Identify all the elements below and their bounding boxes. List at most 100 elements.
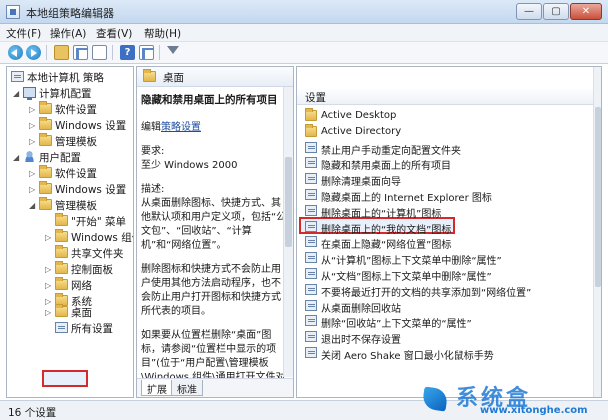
scrollbar-thumb[interactable] — [285, 157, 292, 247]
list-item[interactable]: 在桌面上隐藏“网络位置”图标 — [303, 235, 591, 252]
policy-title: 隐藏和禁用桌面上的所有项目 — [141, 94, 278, 106]
edit-line: 编辑策略设置 — [141, 121, 287, 135]
up-folder-icon[interactable] — [54, 45, 69, 60]
show-hide-tree-icon[interactable] — [73, 45, 88, 60]
policy-icon — [11, 71, 24, 82]
tree-item-label: Windows 设置 — [55, 184, 127, 196]
tree-item-label: 软件设置 — [55, 168, 97, 180]
folder-icon — [143, 69, 156, 82]
list-item[interactable]: 不要将最近打开的文档的共享添加到“网络位置” — [303, 283, 591, 299]
view-tabs: 扩展 标准 — [137, 378, 293, 397]
menu-bar: 文件(F) 操作(A) 查看(V) 帮助(H) — [0, 24, 608, 42]
folder-icon — [39, 133, 52, 146]
help-icon[interactable]: ? — [120, 45, 135, 60]
expand-arrow-icon[interactable]: ◢ — [13, 89, 21, 98]
policy-setting-icon — [305, 141, 317, 153]
watermark-url: www.xitonghe.com — [480, 405, 588, 416]
site-watermark: 系统盒 www.xitonghe.com — [420, 382, 606, 418]
list-item-label: 退出时不保存设置 — [321, 335, 401, 347]
collapsed-arrow-icon[interactable]: ▷ — [45, 233, 53, 242]
collapsed-arrow-icon[interactable]: ▷ — [29, 169, 37, 178]
title-bar: 本地组策略编辑器 — ▢ ✕ — [0, 0, 608, 24]
tree-item-label: 用户配置 — [39, 152, 81, 164]
close-button[interactable]: ✕ — [570, 3, 602, 20]
list-item-label: 不要将最近打开的文档的共享添加到“网络位置” — [321, 287, 532, 299]
scrollbar-thumb[interactable] — [595, 107, 601, 287]
list-item-label: 从桌面删除回收站 — [321, 303, 401, 315]
collapsed-arrow-icon[interactable]: ▷ — [45, 265, 53, 274]
tree-item-label: 网络 — [71, 280, 92, 292]
minimize-button[interactable]: — — [516, 3, 542, 20]
forward-icon[interactable] — [26, 45, 41, 60]
list-item[interactable]: 关闭 Aero Shake 窗口最小化鼠标手势 — [303, 346, 591, 362]
tree-item-label: Windows 组件 — [71, 232, 133, 244]
status-text: 16 个设置 — [8, 407, 57, 419]
collapsed-arrow-icon[interactable]: ▷ — [29, 137, 37, 146]
list-item[interactable]: 从“文档”图标上下文菜单中删除“属性” — [303, 267, 591, 283]
list-item[interactable]: 隐藏和禁用桌面上的所有项目 — [303, 156, 591, 172]
policy-setting-icon — [305, 252, 317, 264]
toolbar-separator — [159, 45, 160, 60]
filter-icon[interactable] — [167, 45, 179, 60]
list-item[interactable]: 删除桌面上的“计算机”图标 — [303, 204, 591, 220]
list-item[interactable]: 禁止用户手动重定向配置文件夹 — [303, 141, 591, 157]
list-item[interactable]: 删除桌面上的“我的文档”图标 — [303, 220, 591, 236]
edit-policy-link[interactable]: 策略设置 — [161, 122, 201, 133]
collapsed-arrow-icon[interactable]: ▷ — [45, 308, 53, 317]
properties-icon[interactable] — [92, 45, 107, 60]
tree-pane: 本地计算机 策略 ◢ 计算机配置 ▷ 软件设置 ▷ Windows 设置 ▷ 管… — [6, 66, 134, 398]
list-item[interactable]: Active Desktop — [303, 108, 591, 124]
list-item-label: 在桌面上隐藏“网络位置”图标 — [321, 240, 452, 252]
tree-item-label: 共享文件夹 — [71, 248, 124, 260]
folder-icon — [39, 197, 52, 210]
maximize-button[interactable]: ▢ — [543, 3, 569, 20]
tree-item-label: 管理模板 — [55, 136, 97, 148]
list-item[interactable]: Active Directory — [303, 123, 591, 140]
collapsed-arrow-icon[interactable]: ▷ — [45, 281, 53, 290]
expand-arrow-icon[interactable]: ◢ — [13, 153, 21, 162]
list-item-label: 禁止用户手动重定向配置文件夹 — [321, 145, 461, 157]
list-item[interactable]: 隐藏桌面上的 Internet Explorer 图标 — [303, 188, 591, 204]
menu-action[interactable]: 操作(A) — [50, 26, 86, 41]
tree-item-label: 计算机配置 — [39, 88, 92, 100]
description-pane-title: 桌面 — [163, 72, 184, 84]
list-item[interactable]: 删除清理桌面向导 — [303, 172, 591, 189]
folder-icon — [305, 108, 317, 121]
list-item-label: Active Directory — [321, 125, 402, 137]
list-item[interactable]: 删除“回收站”上下文菜单的“属性” — [303, 314, 591, 330]
list-item[interactable]: 退出时不保存设置 — [303, 330, 591, 347]
tab-extended[interactable]: 扩展 — [141, 380, 173, 396]
back-icon[interactable] — [8, 45, 23, 60]
menu-help[interactable]: 帮助(H) — [144, 26, 181, 41]
tree-item-label: 桌面 — [71, 307, 92, 319]
list-item-label: Active Desktop — [321, 110, 397, 121]
tree-item-label: "开始" 菜单 — [71, 216, 126, 228]
list-item-label: 隐藏桌面上的 Internet Explorer 图标 — [321, 193, 492, 204]
collapsed-arrow-icon[interactable]: ▷ — [29, 105, 37, 114]
folder-icon — [55, 304, 68, 317]
policy-setting-icon — [305, 331, 317, 343]
collapsed-arrow-icon[interactable]: ▷ — [29, 121, 37, 130]
list-item[interactable]: 从“计算机”图标上下文菜单中删除“属性” — [303, 251, 591, 268]
tree-item-label: Windows 设置 — [55, 120, 127, 132]
column-header-settings[interactable]: 设置 — [297, 87, 593, 105]
settings-list-pane: 设置 Active Desktop Active Directory 禁止用户手动重… — [296, 66, 602, 398]
menu-view[interactable]: 查看(V) — [96, 26, 132, 41]
collapsed-arrow-icon[interactable]: ▷ — [45, 297, 53, 306]
list-item-label: 删除桌面上的“计算机”图标 — [321, 208, 442, 220]
collapsed-arrow-icon[interactable]: ▷ — [29, 185, 37, 194]
tab-standard[interactable]: 标准 — [171, 380, 203, 396]
toolbar-separator — [46, 45, 47, 60]
folder-icon — [305, 123, 317, 137]
menu-file[interactable]: 文件(F) — [6, 26, 41, 41]
export-list-icon[interactable] — [139, 45, 154, 60]
list-item-label: 删除清理桌面向导 — [321, 177, 401, 189]
policy-setting-icon — [305, 189, 317, 200]
list-item-label: 从“文档”图标上下文菜单中删除“属性” — [321, 272, 492, 283]
description-label: 描述: — [141, 184, 165, 195]
description-scrollbar[interactable] — [283, 87, 293, 377]
settings-scrollbar[interactable] — [593, 67, 601, 397]
list-item-label: 从“计算机”图标上下文菜单中删除“属性” — [321, 256, 502, 268]
list-item[interactable]: 从桌面删除回收站 — [303, 299, 591, 315]
expand-arrow-icon[interactable]: ◢ — [29, 201, 37, 210]
